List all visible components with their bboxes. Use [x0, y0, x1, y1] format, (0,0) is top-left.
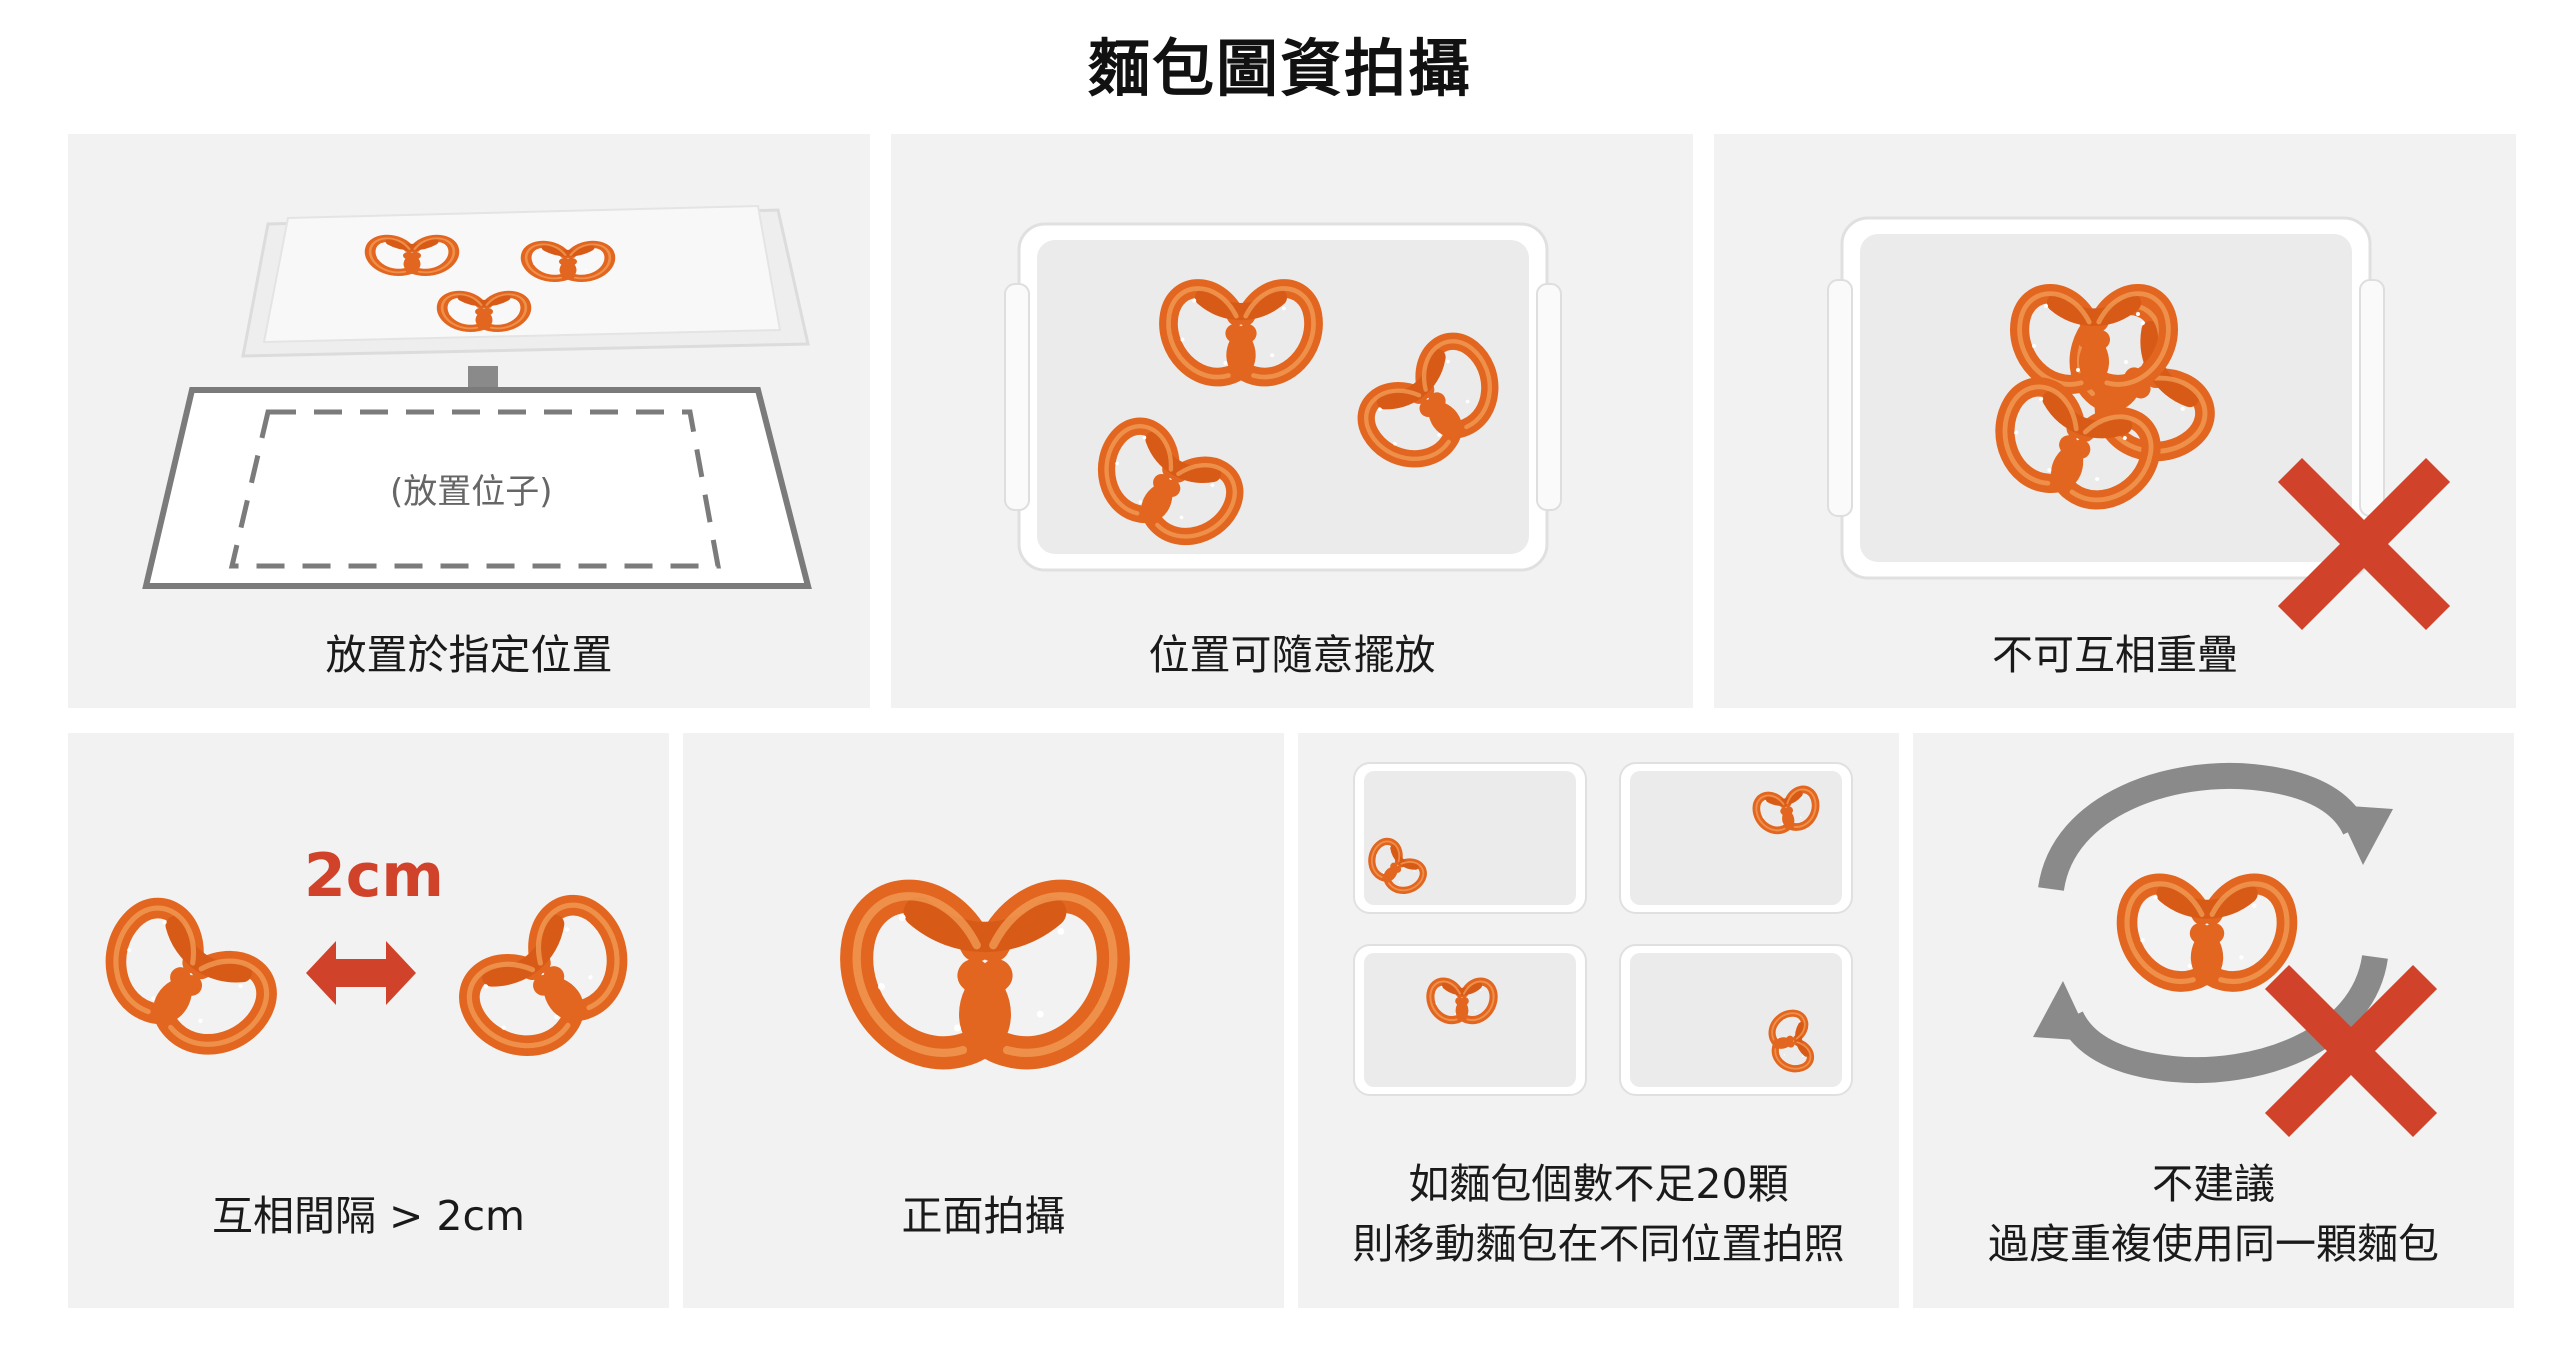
overlap-illustration — [1827, 216, 2516, 708]
caption: 不可互相重疊 — [1992, 631, 2238, 679]
tray-icon — [241, 204, 810, 358]
placeholder-label: (放置位子) — [390, 472, 553, 512]
caption: 位置可隨意擺放 — [1148, 631, 1436, 679]
tray-icon — [1619, 762, 1853, 914]
caption: 互相間隔 > 2cm — [212, 1192, 525, 1240]
tray-placement-illustration — [142, 204, 812, 589]
distance-label: 2cm — [304, 841, 444, 911]
panel-designated-position: (放置位子) 放置於指定位置 — [68, 134, 870, 708]
panel-front-shot: 正面拍攝 — [683, 733, 1284, 1308]
panel-move-positions: 如麵包個數不足20顆 則移動麵包在不同位置拍照 — [1298, 733, 1899, 1308]
caption-line-1: 如麵包個數不足20顆 — [1408, 1160, 1789, 1208]
tray-icon — [1619, 944, 1853, 1096]
double-arrow-icon — [306, 941, 416, 1005]
panel-free-placement: 位置可隨意擺放 — [891, 134, 1693, 708]
tray-illustration — [1004, 222, 1562, 572]
panel-no-overlap: 不可互相重疊 — [1714, 134, 2516, 708]
panel-spacing: 2cm 互相間隔 > 2cm — [68, 733, 669, 1308]
caption-line-2: 過度重複使用同一顆麵包 — [1988, 1220, 2439, 1268]
pretzel-icon — [2127, 884, 2287, 982]
pretzel-icon — [456, 892, 641, 1070]
page-title: 麵包圖資拍攝 — [1087, 32, 1472, 105]
pretzel-icon — [857, 896, 1114, 1053]
panel-no-reuse: 不建議 過度重複使用同一顆麵包 — [1913, 733, 2514, 1308]
tray-icon — [1004, 222, 1562, 572]
caption: 正面拍攝 — [901, 1192, 1066, 1240]
caption: 放置於指定位置 — [325, 631, 613, 679]
caption-line-1: 不建議 — [2152, 1160, 2275, 1208]
caption-line-2: 則移動麵包在不同位置拍照 — [1352, 1220, 1845, 1268]
pretzel-icon — [93, 895, 280, 1067]
